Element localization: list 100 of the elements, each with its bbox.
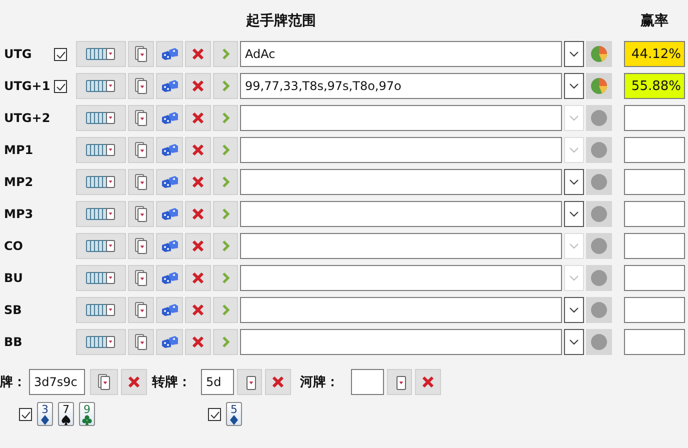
flop-field[interactable]: 3d7s9c — [29, 369, 85, 395]
card-button[interactable] — [128, 73, 154, 99]
random-button[interactable] — [156, 41, 183, 67]
card-button[interactable] — [128, 265, 154, 291]
clear-button[interactable] — [185, 329, 211, 355]
clear-button[interactable] — [265, 369, 291, 395]
range-field[interactable] — [240, 169, 562, 195]
dropdown-button[interactable] — [564, 329, 584, 355]
card-button[interactable] — [128, 233, 154, 259]
clear-button[interactable] — [185, 201, 211, 227]
checkbox[interactable] — [208, 408, 221, 420]
card-icon — [394, 374, 406, 390]
dice-icon — [160, 207, 178, 221]
card-button[interactable] — [128, 329, 154, 355]
range-field[interactable] — [240, 137, 562, 163]
range-field[interactable] — [240, 233, 562, 259]
card-button[interactable] — [128, 297, 154, 323]
range-button[interactable] — [76, 233, 126, 259]
chevron-icon — [222, 80, 230, 92]
clear-button[interactable] — [185, 41, 211, 67]
range-button[interactable] — [76, 265, 126, 291]
dropdown-button[interactable] — [564, 41, 584, 67]
card-button[interactable] — [128, 105, 154, 131]
dice-icon — [160, 79, 178, 93]
clear-button[interactable] — [185, 105, 211, 131]
cards-icon — [86, 239, 116, 253]
circle-icon — [590, 269, 608, 287]
playing-card: 9 — [79, 402, 95, 426]
dropdown-button[interactable] — [564, 201, 584, 227]
random-button[interactable] — [156, 73, 183, 99]
random-button[interactable] — [156, 105, 183, 131]
checkbox[interactable] — [54, 48, 67, 60]
random-button[interactable] — [156, 233, 183, 259]
random-button[interactable] — [156, 329, 183, 355]
card-button[interactable] — [128, 137, 154, 163]
range-button[interactable] — [76, 169, 126, 195]
range-field[interactable] — [240, 265, 562, 291]
chevron-down-icon — [569, 243, 579, 249]
range-field[interactable]: 99,77,33,T8s,97s,T8o,97o — [240, 73, 562, 99]
chevron-down-icon — [569, 83, 579, 89]
checkbox[interactable] — [19, 408, 32, 420]
clear-button[interactable] — [121, 369, 147, 395]
card-icon — [135, 110, 147, 126]
flop-label: 牌： — [0, 374, 26, 391]
dropdown-button[interactable] — [564, 73, 584, 99]
range-field[interactable] — [240, 297, 562, 323]
cards-icon — [86, 207, 116, 221]
turn-field[interactable]: 5d — [201, 369, 234, 395]
cards-icon — [86, 79, 116, 93]
random-button[interactable] — [156, 201, 183, 227]
clear-button[interactable] — [185, 297, 211, 323]
dropdown-button[interactable] — [564, 297, 584, 323]
checkbox[interactable] — [54, 80, 67, 92]
card-button[interactable] — [387, 369, 412, 395]
range-button[interactable] — [76, 201, 126, 227]
clear-button[interactable] — [185, 169, 211, 195]
chevron-down-icon — [569, 339, 579, 345]
delete-icon — [192, 176, 204, 188]
card-button[interactable] — [237, 369, 262, 395]
dice-icon — [160, 303, 178, 317]
random-button[interactable] — [156, 169, 183, 195]
delete-icon — [192, 240, 204, 252]
playing-card: 7 — [58, 402, 74, 426]
range-button[interactable] — [76, 297, 126, 323]
range-button[interactable] — [76, 137, 126, 163]
range-field[interactable] — [240, 329, 562, 355]
circle-icon — [590, 237, 608, 255]
river-field[interactable] — [351, 369, 384, 395]
chevron-down-icon — [569, 51, 579, 57]
clear-button[interactable] — [185, 265, 211, 291]
random-button[interactable] — [156, 265, 183, 291]
chevron-icon — [222, 176, 230, 188]
dice-icon — [160, 47, 178, 61]
card-button[interactable] — [128, 201, 154, 227]
chevron-down-icon — [569, 115, 579, 121]
chevron-icon — [222, 336, 230, 348]
range-button[interactable] — [76, 329, 126, 355]
range-button[interactable] — [76, 73, 126, 99]
dice-icon — [160, 335, 178, 349]
equity-field — [624, 233, 685, 259]
chevron-icon — [222, 48, 230, 60]
card-button[interactable] — [128, 41, 154, 67]
range-field[interactable] — [240, 105, 562, 131]
delete-icon — [192, 112, 204, 124]
random-button[interactable] — [156, 137, 183, 163]
clear-button[interactable] — [185, 137, 211, 163]
range-field[interactable] — [240, 201, 562, 227]
clear-button[interactable] — [415, 369, 441, 395]
range-button[interactable] — [76, 41, 126, 67]
clear-button[interactable] — [185, 233, 211, 259]
card-button[interactable] — [90, 369, 118, 395]
range-button[interactable] — [76, 105, 126, 131]
circle-icon — [590, 333, 608, 351]
cards-icon — [86, 47, 116, 61]
cards-icon — [86, 335, 116, 349]
card-button[interactable] — [128, 169, 154, 195]
clear-button[interactable] — [185, 73, 211, 99]
random-button[interactable] — [156, 297, 183, 323]
dropdown-button[interactable] — [564, 169, 584, 195]
range-field[interactable]: AdAc — [240, 41, 562, 67]
